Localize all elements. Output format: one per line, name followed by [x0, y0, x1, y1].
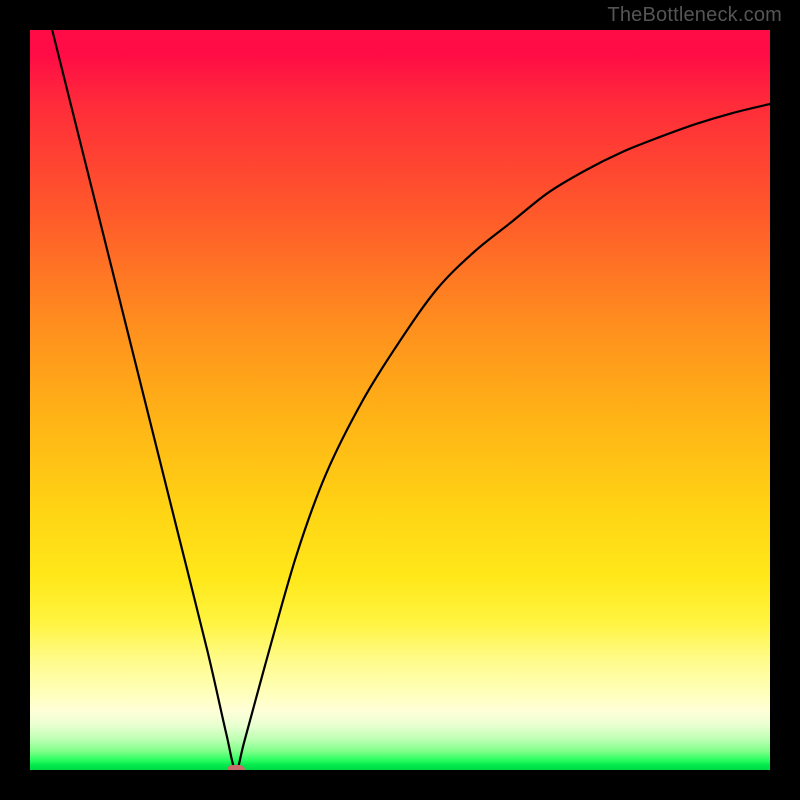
chart-frame: TheBottleneck.com — [0, 0, 800, 800]
curve-layer — [30, 30, 770, 770]
plot-area — [30, 30, 770, 770]
bottleneck-curve — [30, 30, 770, 770]
minimum-marker — [227, 765, 245, 770]
watermark-text: TheBottleneck.com — [607, 4, 782, 27]
